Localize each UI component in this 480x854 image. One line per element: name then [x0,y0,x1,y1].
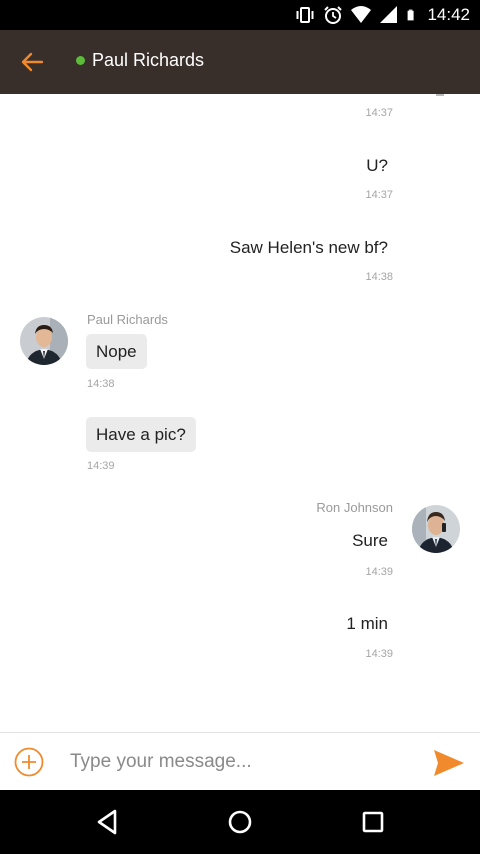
contact-name: Paul Richards [92,50,205,70]
message-bubble[interactable]: Nope [86,334,147,369]
message-text: 1 min [346,614,388,633]
add-attachment-icon[interactable] [14,747,44,777]
system-navigation-bar [0,790,480,854]
message-timestamp: 14:38 [87,378,115,390]
cell-signal-icon [380,6,398,23]
message-text: U? [366,156,388,175]
nav-back-icon[interactable] [91,806,123,838]
wifi-icon [351,6,372,23]
message-timestamp: 14:39 [365,648,393,660]
message-timestamp: 14:39 [87,460,115,472]
contact-title[interactable]: Paul Richards [76,50,204,71]
nav-recents-icon[interactable] [357,806,389,838]
message-timestamp: 14:38 [365,271,393,283]
vibrate-icon [296,7,314,23]
message-timestamp: 14:39 [365,566,393,578]
online-status-dot [76,56,85,65]
sender-name: Ron Johnson [316,500,393,515]
message-timestamp: 14:37 [365,107,393,119]
chat-header: Paul Richards [0,30,480,94]
message-text: Saw Helen's new bf? [229,238,388,257]
send-icon[interactable] [432,747,466,779]
status-time: 14:42 [427,5,470,24]
avatar-paul-richards[interactable] [20,317,68,365]
message-bubble[interactable]: Have a pic? [86,417,196,452]
sender-name: Paul Richards [87,312,168,327]
message-list[interactable]: 14:37 U? 14:37 Saw Helen's new bf? 14:38… [0,94,480,732]
avatar-ron-johnson[interactable] [412,505,460,553]
message-composer [0,732,480,791]
battery-icon [408,9,415,21]
back-arrow-icon[interactable] [16,46,48,78]
nav-home-icon[interactable] [224,806,256,838]
alarm-icon [324,6,343,24]
person-avatar-icon [412,505,460,553]
status-bar: 14:42 [0,0,480,30]
scroll-indicator [436,94,444,96]
message-text: Sure [352,531,388,550]
message-input[interactable] [70,747,410,777]
person-avatar-icon [20,317,68,365]
message-timestamp: 14:37 [365,189,393,201]
